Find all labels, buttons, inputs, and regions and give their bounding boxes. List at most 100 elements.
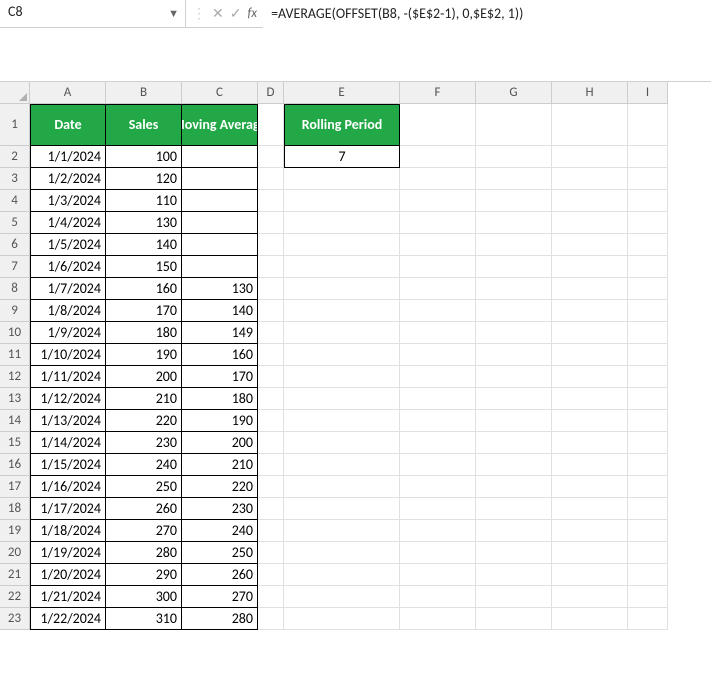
cell-empty[interactable] (284, 322, 400, 344)
cell-sales[interactable]: 310 (106, 608, 182, 630)
cell-sales[interactable]: 300 (106, 586, 182, 608)
cell-empty[interactable] (476, 212, 552, 234)
cell-empty[interactable] (258, 498, 284, 520)
row-header-14[interactable]: 14 (0, 410, 30, 432)
cell-empty[interactable] (628, 388, 668, 410)
cell-empty[interactable] (476, 300, 552, 322)
cell-mavg[interactable]: 180 (182, 388, 258, 410)
row-header-7[interactable]: 7 (0, 256, 30, 278)
cell-empty[interactable] (628, 586, 668, 608)
cell-empty[interactable] (284, 542, 400, 564)
cell-empty[interactable] (628, 300, 668, 322)
cell-empty[interactable] (552, 322, 628, 344)
cell-empty[interactable] (476, 454, 552, 476)
cell-empty[interactable] (400, 278, 476, 300)
fx-icon[interactable]: fx (247, 7, 257, 20)
cell-sales[interactable]: 120 (106, 168, 182, 190)
cell-date[interactable]: 1/6/2024 (30, 256, 106, 278)
row-header-16[interactable]: 16 (0, 454, 30, 476)
cell-empty[interactable] (552, 564, 628, 586)
cell-empty[interactable] (258, 586, 284, 608)
cell-mavg[interactable] (182, 234, 258, 256)
cell-empty[interactable] (476, 476, 552, 498)
cell-empty[interactable] (628, 278, 668, 300)
cell-empty[interactable] (284, 190, 400, 212)
cell-empty[interactable] (628, 498, 668, 520)
row-header-1[interactable]: 1 (0, 104, 30, 146)
cell-empty[interactable] (628, 608, 668, 630)
row-header-20[interactable]: 20 (0, 542, 30, 564)
cell-date[interactable]: 1/18/2024 (30, 520, 106, 542)
cell-empty[interactable] (552, 520, 628, 542)
cell-empty[interactable] (284, 388, 400, 410)
cell-empty[interactable] (258, 146, 284, 168)
cell-empty[interactable] (400, 432, 476, 454)
cell-empty[interactable] (258, 300, 284, 322)
cancel-icon[interactable]: ✕ (212, 7, 224, 21)
cell-empty[interactable] (400, 608, 476, 630)
cell-empty[interactable] (552, 388, 628, 410)
cell-empty[interactable] (400, 586, 476, 608)
cell-empty[interactable] (284, 410, 400, 432)
cell-mavg[interactable]: 220 (182, 476, 258, 498)
cell-mavg[interactable]: 160 (182, 344, 258, 366)
cell-sales[interactable]: 270 (106, 520, 182, 542)
cell-empty[interactable] (400, 388, 476, 410)
cell-empty[interactable] (400, 344, 476, 366)
cell-date[interactable]: 1/14/2024 (30, 432, 106, 454)
row-header-6[interactable]: 6 (0, 234, 30, 256)
cell-date[interactable]: 1/21/2024 (30, 586, 106, 608)
cell-empty[interactable] (552, 476, 628, 498)
cell-mavg[interactable]: 190 (182, 410, 258, 432)
cell-empty[interactable] (552, 586, 628, 608)
cell-date[interactable]: 1/11/2024 (30, 366, 106, 388)
cell-empty[interactable] (258, 542, 284, 564)
cell-empty[interactable] (258, 608, 284, 630)
cell-empty[interactable] (628, 564, 668, 586)
cell-empty[interactable] (476, 344, 552, 366)
cell-empty[interactable] (628, 212, 668, 234)
accept-icon[interactable]: ✓ (230, 7, 242, 21)
cell-mavg[interactable]: 200 (182, 432, 258, 454)
cell-empty[interactable] (476, 432, 552, 454)
cell-empty[interactable] (628, 366, 668, 388)
cell-mavg[interactable]: 260 (182, 564, 258, 586)
row-header-11[interactable]: 11 (0, 344, 30, 366)
cell-empty[interactable] (400, 168, 476, 190)
row-header-22[interactable]: 22 (0, 586, 30, 608)
cell-empty[interactable] (258, 454, 284, 476)
cell-sales[interactable]: 260 (106, 498, 182, 520)
cell-empty[interactable] (400, 564, 476, 586)
name-box[interactable]: C8 (8, 3, 164, 25)
cell-sales[interactable]: 140 (106, 234, 182, 256)
cell-empty[interactable] (552, 146, 628, 168)
col-header-C[interactable]: C (182, 82, 258, 104)
cell-mavg[interactable]: 140 (182, 300, 258, 322)
header-period[interactable]: Rolling Period (284, 104, 400, 146)
cell-empty[interactable] (400, 542, 476, 564)
cell-empty[interactable] (400, 322, 476, 344)
row-header-8[interactable]: 8 (0, 278, 30, 300)
cell-date[interactable]: 1/3/2024 (30, 190, 106, 212)
cell-sales[interactable]: 220 (106, 410, 182, 432)
cell-empty[interactable] (628, 344, 668, 366)
cell-date[interactable]: 1/13/2024 (30, 410, 106, 432)
cell-sales[interactable]: 250 (106, 476, 182, 498)
cell-empty[interactable] (400, 366, 476, 388)
col-header-I[interactable]: I (628, 82, 668, 104)
cell-empty[interactable] (258, 476, 284, 498)
cell-empty[interactable] (258, 190, 284, 212)
cell-empty[interactable] (552, 410, 628, 432)
cell-empty[interactable] (552, 212, 628, 234)
cell-mavg[interactable]: 270 (182, 586, 258, 608)
cell-empty[interactable] (258, 212, 284, 234)
cell-empty[interactable] (258, 256, 284, 278)
cell-empty[interactable] (284, 212, 400, 234)
cell-empty[interactable] (400, 476, 476, 498)
cell-empty[interactable] (476, 366, 552, 388)
cell-sales[interactable]: 100 (106, 146, 182, 168)
cell-mavg[interactable] (182, 146, 258, 168)
cell-empty[interactable] (400, 498, 476, 520)
cell-mavg[interactable]: 130 (182, 278, 258, 300)
cell-empty[interactable] (476, 410, 552, 432)
